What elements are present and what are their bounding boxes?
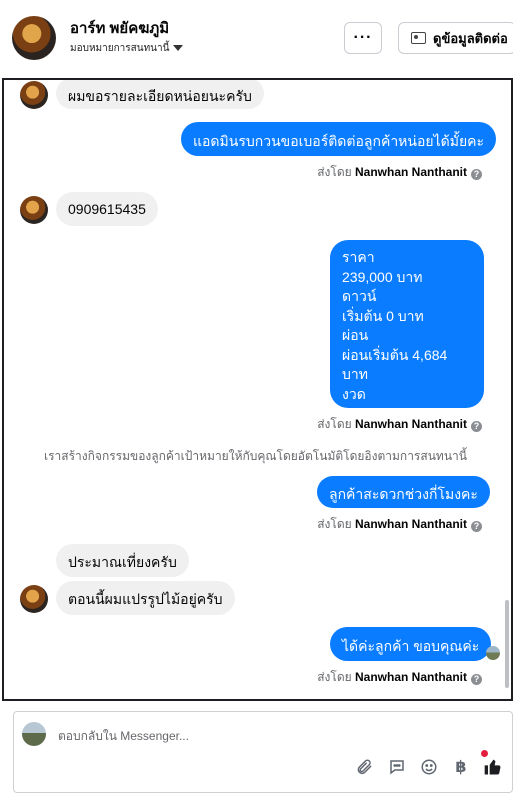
incoming-message: ผมขอรายละเอียดหน่อยนะครับ [56, 80, 264, 109]
message-thread[interactable]: ผมขอรายละเอียดหน่อยนะครับ แอดมินรบกวนขอเ… [2, 78, 513, 701]
price-line: ผ่อนเริ่มต้น 4,684 บาท [342, 346, 448, 383]
thread-scrollbar[interactable] [505, 600, 509, 688]
price-line: ราคา [342, 249, 375, 265]
caret-down-icon [173, 45, 184, 52]
help-icon[interactable]: ? [471, 674, 482, 685]
automation-notice: เราสร้างกิจกรรมของลูกค้าเป้าหมายให้กับคุ… [44, 449, 467, 463]
price-line: งวด [342, 385, 366, 402]
reply-input[interactable]: ตอบกลับใน Messenger... [58, 727, 189, 746]
more-options-button[interactable]: ··· [344, 22, 382, 54]
conversation-header: อาร์ท พยัคฆภูมิ มอบหมายการสนทนานี้ ··· ด… [0, 0, 513, 78]
incoming-message: ประมาณเที่ยงครับ [56, 544, 189, 577]
outgoing-message: แอดมินรบกวนขอเบอร์ติดต่อลูกค้าหน่อยได้มั… [181, 122, 497, 156]
sent-by-label: ส่งโดย Nanwhan Nanthanit? [317, 163, 482, 182]
baht-icon[interactable]: ฿ [450, 756, 472, 778]
price-line: ผ่อน [342, 327, 369, 343]
price-line: เริ่มต้น 0 บาท [342, 307, 424, 324]
contact-avatar[interactable] [12, 16, 56, 60]
seen-avatar-indicator [486, 646, 500, 660]
contact-avatar-small [20, 196, 48, 224]
incoming-message: 0909615435 [56, 192, 158, 226]
help-icon[interactable]: ? [471, 521, 482, 532]
message-template-icon[interactable] [386, 756, 408, 778]
paperclip-icon[interactable] [353, 756, 375, 778]
reply-composer[interactable]: ตอบกลับใน Messenger... ฿ [13, 711, 513, 793]
contact-name[interactable]: อาร์ท พยัคฆภูมิ [70, 16, 169, 40]
emoji-icon[interactable] [418, 756, 440, 778]
page-avatar [22, 722, 46, 746]
incoming-message: ตอนนี้ผมแปรรูปไม้อยู่ครับ [56, 581, 235, 615]
contact-avatar-small [20, 585, 48, 613]
help-icon[interactable]: ? [471, 421, 482, 432]
sent-by-label: ส่งโดย Nanwhan Nanthanit? [317, 515, 482, 534]
outgoing-message: ลูกค้าสะดวกช่วงกี่โมงคะ [317, 476, 490, 508]
assign-conversation-dropdown[interactable]: มอบหมายการสนทนานี้ [70, 41, 184, 56]
view-contact-label: ดูข้อมูลติดต่อ [433, 30, 508, 46]
sent-by-label: ส่งโดย Nanwhan Nanthanit? [317, 668, 482, 687]
contact-avatar-small [20, 81, 48, 109]
help-icon[interactable]: ? [471, 169, 482, 180]
outgoing-price-message: ราคา 239,000 บาท ดาวน์ เริ่มต้น 0 บาท ผ่… [330, 240, 484, 421]
price-line: ดาวน์ [342, 288, 377, 304]
thumbs-up-icon[interactable] [482, 756, 504, 778]
sent-by-label: ส่งโดย Nanwhan Nanthanit? [317, 415, 482, 434]
outgoing-message: ได้ค่ะลูกค้า ขอบคุณค่ะ [330, 627, 492, 661]
assign-label: มอบหมายการสนทนานี้ [70, 43, 170, 54]
price-line: 239,000 บาท [342, 268, 423, 285]
contact-card-icon [411, 32, 426, 44]
view-contact-button[interactable]: ดูข้อมูลติดต่อ [398, 22, 513, 54]
